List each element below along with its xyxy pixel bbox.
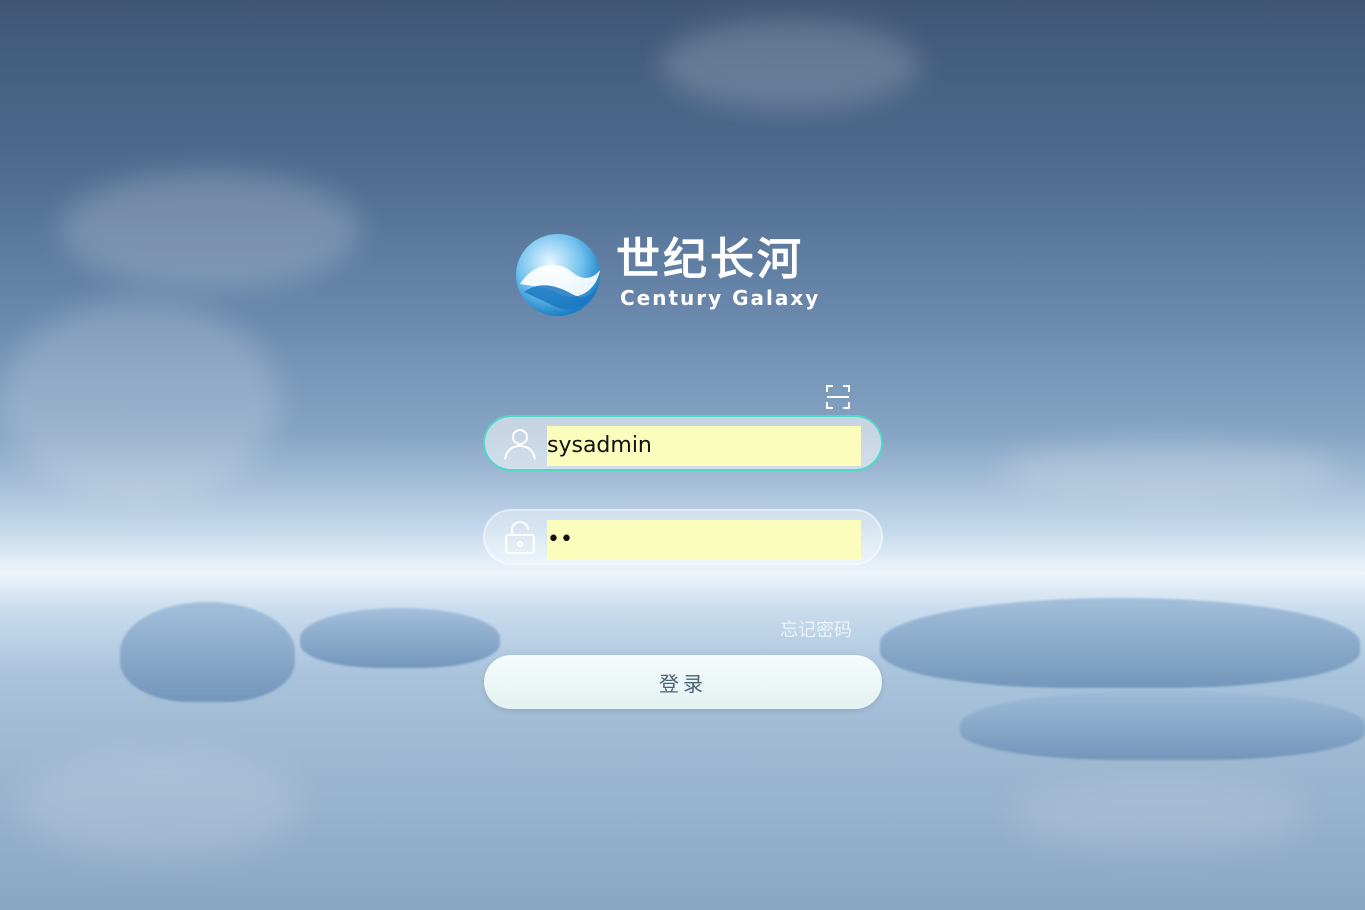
qr-scan-icon[interactable] [825, 384, 851, 410]
background-reflection [20, 750, 300, 860]
background-reflection [1010, 780, 1310, 850]
background-hill [880, 598, 1360, 688]
background-cloud [1000, 440, 1340, 500]
password-input[interactable] [547, 520, 861, 560]
background-cloud [60, 170, 360, 290]
logo-mark-icon [516, 234, 600, 316]
forgot-password-link[interactable]: 忘记密码 [780, 616, 852, 642]
background-cloud [660, 20, 920, 110]
lock-icon [505, 520, 535, 554]
background-hill [120, 602, 295, 702]
user-icon [504, 429, 536, 460]
username-field[interactable] [483, 415, 883, 471]
brand-logo: 世纪长河 Century Galaxy [514, 232, 844, 322]
login-button[interactable]: 登录 [484, 655, 882, 709]
brand-name-cn: 世纪长河 [616, 234, 804, 285]
background-hill [960, 690, 1365, 760]
username-input[interactable] [547, 426, 861, 466]
password-field[interactable] [483, 509, 883, 565]
brand-name-en: Century Galaxy [620, 286, 821, 310]
background-cloud [0, 300, 280, 500]
background-hill [300, 608, 500, 668]
